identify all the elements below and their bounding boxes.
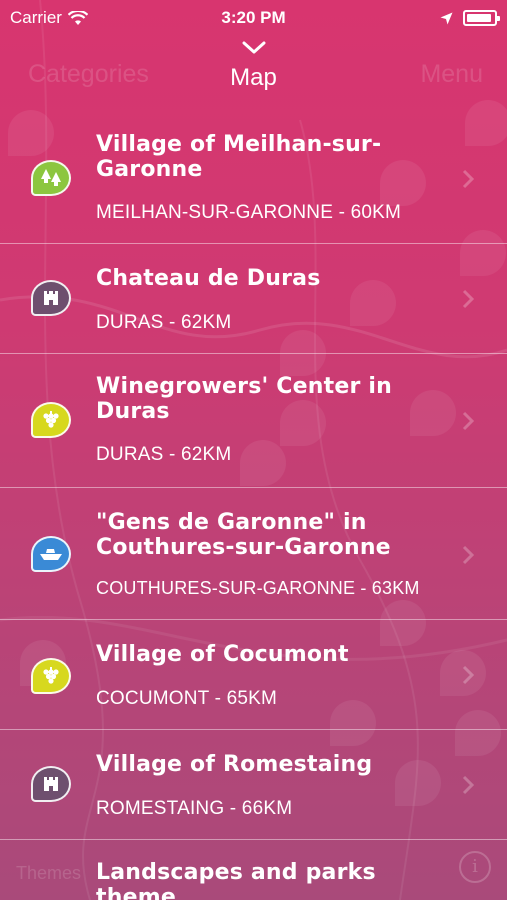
- info-icon[interactable]: i: [459, 851, 491, 883]
- chevron-right-icon: [462, 775, 475, 795]
- item-title: Chateau de Duras: [96, 266, 321, 291]
- item-subtitle: DURAS - 62KM: [96, 444, 232, 465]
- chevron-right-icon: [462, 411, 475, 431]
- themes-button[interactable]: Themes: [16, 863, 81, 884]
- item-title: Village of Meilhan-sur-Garonne: [96, 132, 382, 182]
- list-item[interactable]: Village of Meilhan-sur-Garonne MEILHAN-S…: [0, 106, 507, 244]
- item-subtitle: COCUMONT - 65KM: [96, 688, 278, 709]
- chevron-right-icon: [462, 545, 475, 565]
- castle-icon: [31, 766, 71, 802]
- list-item[interactable]: Chateau de Duras DURAS - 62KM: [0, 244, 507, 354]
- chevron-right-icon: [462, 665, 475, 685]
- item-title: Village of Romestaing: [96, 752, 373, 777]
- status-bar: Carrier 3:20 PM: [0, 0, 507, 36]
- item-title: Village of Cocumont: [96, 642, 349, 667]
- grapes-icon: [31, 402, 71, 438]
- grapes-icon: [31, 658, 71, 694]
- list-item[interactable]: Village of Romestaing ROMESTAING - 66KM: [0, 730, 507, 840]
- item-subtitle: COUTHURES-SUR-GARONNE - 63KM: [96, 578, 420, 598]
- trees-icon: [31, 160, 71, 196]
- castle-icon: [31, 280, 71, 316]
- battery-icon: [463, 10, 500, 26]
- chevron-right-icon: [462, 289, 475, 309]
- boat-icon: [31, 536, 71, 572]
- item-title: "Gens de Garonne" in Couthures-sur-Garon…: [96, 510, 391, 560]
- places-list: Village of Meilhan-sur-Garonne MEILHAN-S…: [0, 106, 507, 900]
- item-subtitle: MEILHAN-SUR-GARONNE - 60KM: [96, 202, 402, 223]
- list-item[interactable]: Village of Cocumont COCUMONT - 65KM: [0, 620, 507, 730]
- item-subtitle: ROMESTAING - 66KM: [96, 798, 293, 819]
- list-item[interactable]: Winegrowers' Center in Duras DURAS - 62K…: [0, 354, 507, 488]
- item-subtitle: DURAS - 62KM: [96, 312, 232, 333]
- status-time: 3:20 PM: [221, 8, 286, 27]
- item-title: Winegrowers' Center in Duras: [96, 374, 392, 424]
- list-item[interactable]: "Gens de Garonne" in Couthures-sur-Garon…: [0, 488, 507, 620]
- menu-button[interactable]: Menu: [420, 60, 483, 89]
- nav-bar: Categories Map Menu: [0, 36, 507, 106]
- chevron-right-icon: [462, 169, 475, 189]
- bottom-bar: Themes i: [0, 845, 507, 900]
- chevron-down-icon[interactable]: [242, 40, 266, 56]
